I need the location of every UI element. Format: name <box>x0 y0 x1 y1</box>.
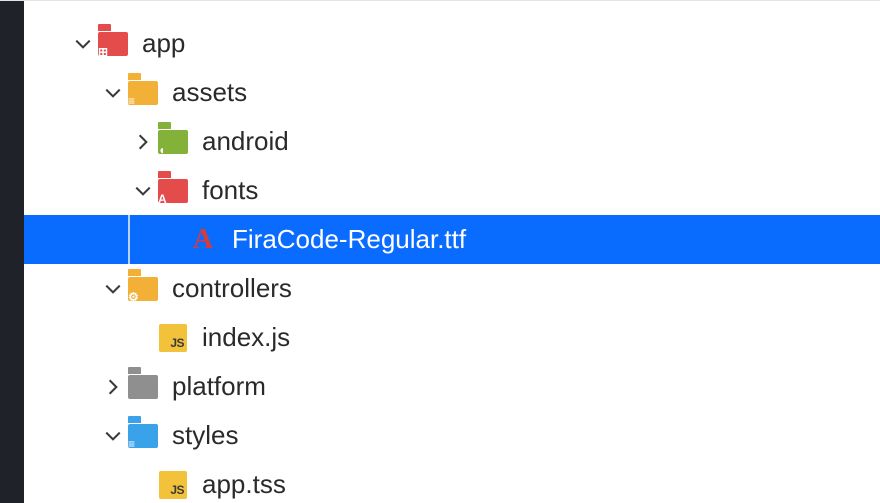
tree-folder-assets[interactable]: ≡ assets <box>24 68 880 117</box>
tree-item-label: app.tss <box>202 469 286 500</box>
tree-folder-app[interactable]: ⊞ app <box>24 19 880 68</box>
folder-assets-icon: ≡ <box>128 78 158 108</box>
tree-item-label: app <box>142 28 185 59</box>
chevron-down-icon[interactable] <box>98 280 128 298</box>
chevron-down-icon[interactable] <box>68 35 98 53</box>
tree-folder-fonts[interactable]: A fonts <box>24 166 880 215</box>
tree-item-label: fonts <box>202 175 258 206</box>
chevron-right-icon[interactable] <box>128 133 158 151</box>
chevron-down-icon[interactable] <box>98 84 128 102</box>
js-file-icon: JS <box>158 323 188 353</box>
tree-item-label: index.js <box>202 322 290 353</box>
file-explorer: ⊞ app ≡ assets <box>24 1 880 503</box>
tree-file-indexjs[interactable]: JS index.js <box>24 313 880 362</box>
tree-folder-controllers[interactable]: ⚙ controllers <box>24 264 880 313</box>
font-file-icon: A <box>188 225 218 255</box>
tree-file-apptss[interactable]: JS app.tss <box>24 460 880 503</box>
tree-file-font[interactable]: A FiraCode-Regular.ttf <box>24 215 880 264</box>
folder-app-icon: ⊞ <box>98 29 128 59</box>
tree-item-label: FiraCode-Regular.ttf <box>232 224 466 255</box>
tree-folder-styles[interactable]: ≡ styles <box>24 411 880 460</box>
tree-folder-android[interactable]: ◖ android <box>24 117 880 166</box>
tree-item-label: assets <box>172 77 247 108</box>
folder-android-icon: ◖ <box>158 127 188 157</box>
chevron-right-icon[interactable] <box>98 378 128 396</box>
tree-folder-platform[interactable]: platform <box>24 362 880 411</box>
folder-controllers-icon: ⚙ <box>128 274 158 304</box>
folder-generic-icon <box>128 372 158 402</box>
tree-item-label: platform <box>172 371 266 402</box>
js-file-icon: JS <box>158 470 188 500</box>
chevron-down-icon[interactable] <box>128 182 158 200</box>
tree-item-label: controllers <box>172 273 292 304</box>
folder-fonts-icon: A <box>158 176 188 206</box>
activity-bar[interactable] <box>0 1 24 503</box>
tree-item-label: android <box>202 126 289 157</box>
tree-item-label: styles <box>172 420 238 451</box>
folder-styles-icon: ≡ <box>128 421 158 451</box>
file-tree[interactable]: ⊞ app ≡ assets <box>24 1 880 503</box>
chevron-down-icon[interactable] <box>98 427 128 445</box>
